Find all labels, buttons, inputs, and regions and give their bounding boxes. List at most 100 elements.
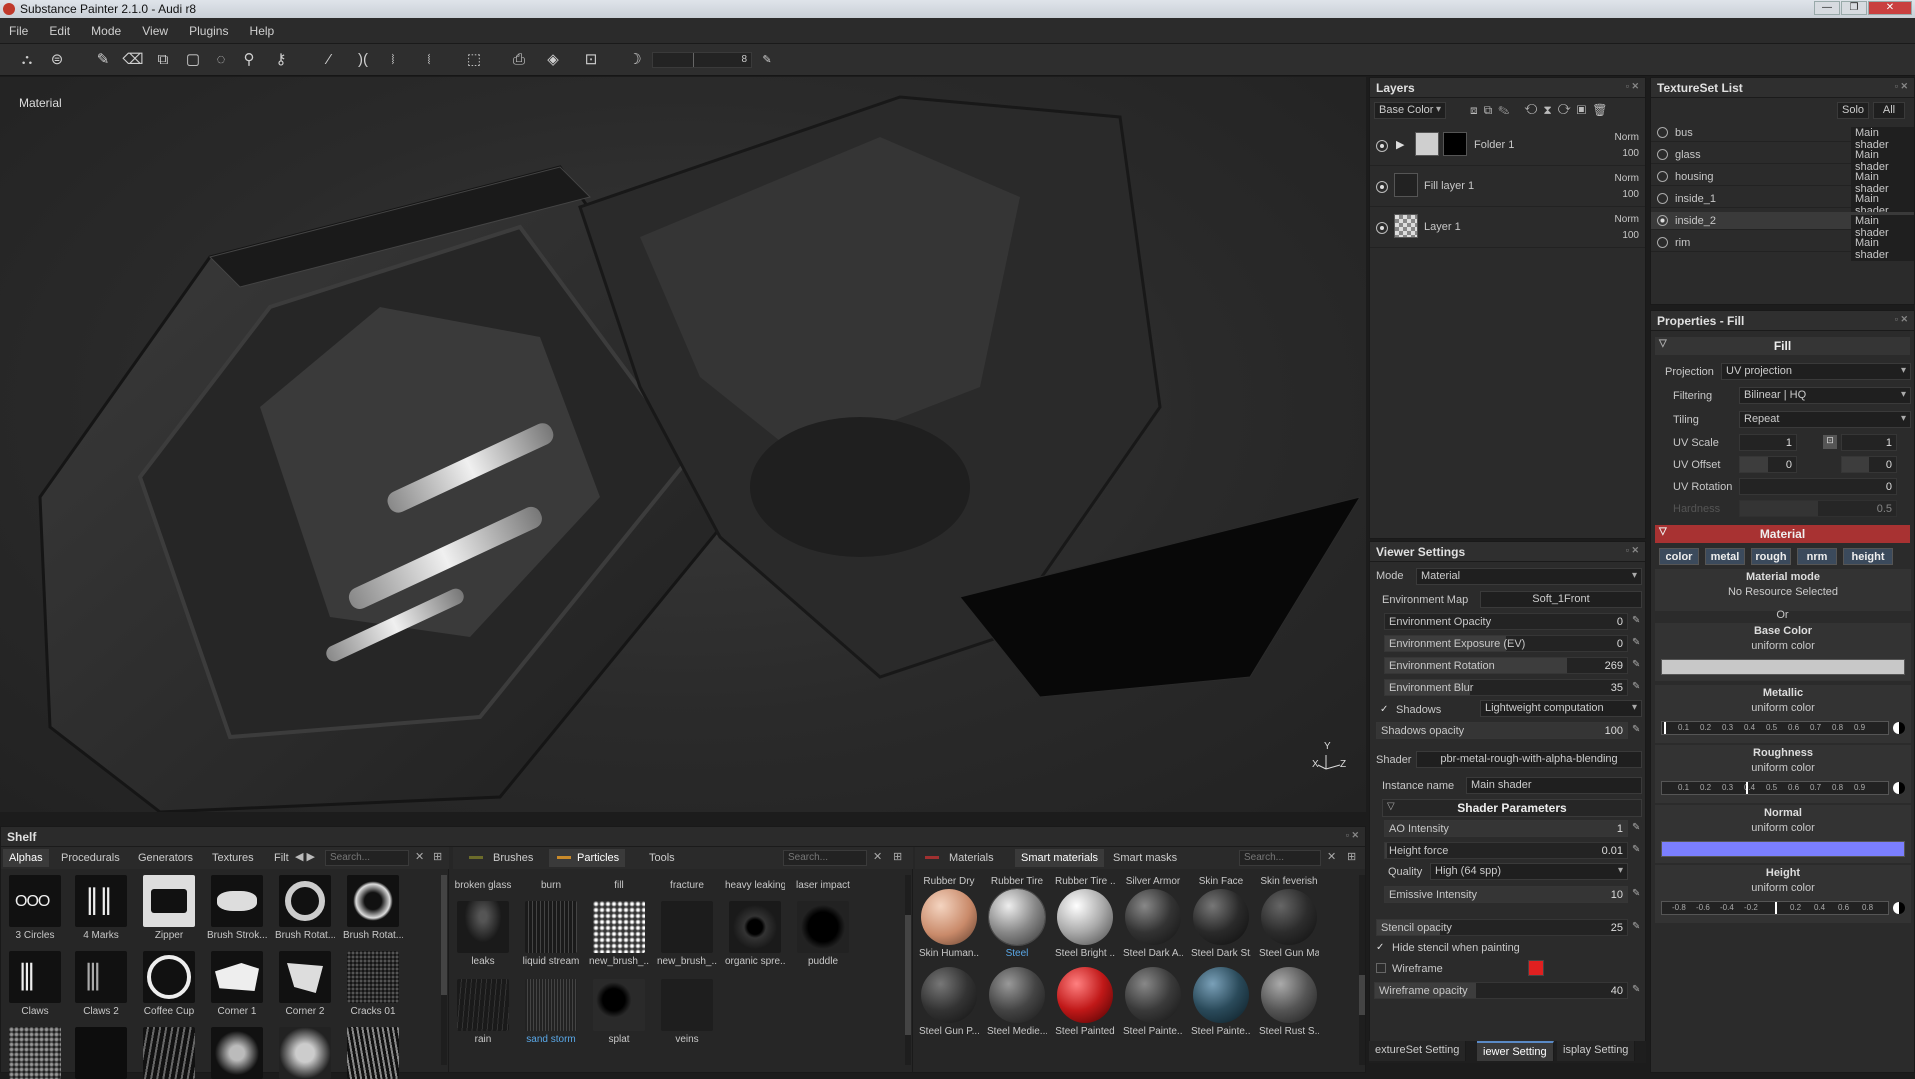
particle-item[interactable]: fill	[589, 877, 649, 891]
alpha-item[interactable]: Zipper	[139, 875, 199, 941]
smart-material-item[interactable]: Steel Painte...	[1191, 967, 1251, 1037]
layer-opacity[interactable]: 100	[1622, 230, 1639, 241]
uv-offset-u-slider[interactable]: 0	[1739, 456, 1797, 473]
instance-field[interactable]: Main shader	[1466, 777, 1642, 794]
grid-view-icon[interactable]: ⊞	[433, 850, 442, 863]
layer-blend[interactable]: Norm	[1615, 132, 1639, 143]
textureset-row[interactable]: rim Main shader	[1651, 234, 1914, 261]
stencil-opacity-slider[interactable]: Stencil opacity 25	[1376, 919, 1628, 936]
layer-opacity[interactable]: 100	[1622, 148, 1639, 159]
smart-material-item[interactable]: Steel Dark A...	[1123, 889, 1183, 959]
particle-item[interactable]: leaks	[453, 901, 513, 967]
material-picker-icon[interactable]: ⚷	[270, 49, 292, 71]
alpha-item[interactable]: OOO 3 Circles	[5, 875, 65, 941]
edit-pen-icon[interactable]: ✎	[1632, 724, 1644, 736]
mirror-icon[interactable]: ⧘	[382, 49, 404, 71]
channel-height-toggle[interactable]: height	[1843, 548, 1893, 565]
clone-stamp-icon[interactable]: ⚲	[238, 49, 260, 71]
tab-procedurals[interactable]: Procedurals	[55, 849, 126, 867]
tab-textures[interactable]: Textures	[206, 849, 260, 867]
height-force-slider[interactable]: Height force 0.01	[1384, 842, 1628, 859]
particle-item[interactable]: broken glass	[453, 877, 513, 891]
edit-pen-icon[interactable]: ✎	[1632, 637, 1644, 649]
shadows-checkbox[interactable]: ✓	[1380, 704, 1390, 715]
uv-rotation-slider[interactable]: 0	[1739, 478, 1897, 495]
projection-icon[interactable]: ⧉	[152, 49, 174, 71]
env-exposure-slider[interactable]: Environment Exposure (EV) 0	[1384, 635, 1628, 652]
edit-pen-icon[interactable]: ✎	[1632, 844, 1644, 856]
particle-item[interactable]: laser impact	[793, 877, 853, 891]
textureset-row[interactable]: housing Main shader	[1651, 168, 1914, 195]
height-ramp[interactable]: -0.8 -0.6 -0.4 -0.2 0.2 0.4 0.6 0.8	[1661, 901, 1889, 915]
color-picker-icon[interactable]	[1893, 902, 1905, 914]
panel-controls-icon[interactable]: ▫ ✕	[1626, 545, 1639, 556]
all-button[interactable]: All	[1873, 102, 1905, 119]
smart-material-item[interactable]: Steel Dark St...	[1191, 889, 1251, 959]
edit-pen-icon[interactable]: ✎	[1632, 615, 1644, 627]
uv-scale-v-slider[interactable]: 1	[1841, 434, 1897, 451]
hide-stencil-checkbox[interactable]: ✓	[1376, 942, 1386, 953]
material-section-header[interactable]: ▽ Material	[1655, 525, 1910, 543]
ramp-marker[interactable]	[1775, 902, 1777, 914]
menu-file[interactable]: File	[0, 18, 37, 38]
env-rotation-slider[interactable]: Environment Rotation 269	[1384, 657, 1628, 674]
particles-search-input[interactable]: Search...	[783, 850, 867, 866]
env-blur-slider[interactable]: Environment Blur 35	[1384, 679, 1628, 696]
alphas-search-input[interactable]: Search...	[325, 850, 409, 866]
close-window-button[interactable]: ✕	[1868, 1, 1912, 15]
menu-edit[interactable]: Edit	[40, 18, 79, 38]
smart-material-item[interactable]: Skin Face	[1191, 873, 1251, 887]
folder-expand-icon[interactable]: ▶	[1396, 138, 1404, 151]
wireframe-opacity-slider[interactable]: Wireframe opacity 40	[1374, 982, 1628, 999]
edit-pen-icon[interactable]: ✎	[1632, 984, 1644, 996]
visibility-eye-icon[interactable]	[1376, 222, 1388, 234]
lock-icon[interactable]: ⊡	[1823, 435, 1837, 449]
ramp-marker[interactable]	[1746, 782, 1748, 794]
panel-controls-icon[interactable]: ▫ ✕	[1346, 830, 1359, 841]
alpha-item[interactable]	[5, 1027, 65, 1079]
uv-scale-u-slider[interactable]: 1	[1739, 434, 1797, 451]
layer-opacity[interactable]: 100	[1622, 189, 1639, 200]
edit-pen-icon[interactable]: ✎	[1632, 822, 1644, 834]
tab-display-settings[interactable]: isplay Setting	[1557, 1041, 1636, 1061]
shadows-opacity-slider[interactable]: Shadows opacity 100	[1376, 722, 1628, 739]
alpha-item[interactable]: ⦀ Claws	[5, 951, 65, 1017]
shader-params-header[interactable]: ▽ Shader Parameters	[1382, 799, 1642, 817]
layer-row[interactable]: ▶ Folder 1 Norm 100	[1370, 126, 1645, 166]
emissive-intensity-slider[interactable]: Emissive Intensity 10	[1384, 886, 1628, 903]
filtering-select[interactable]: Bilinear | HQ	[1739, 387, 1911, 404]
tab-viewer-settings[interactable]: iewer Setting	[1477, 1041, 1554, 1061]
metallic-ramp[interactable]: 0.1 0.2 0.3 0.4 0.5 0.6 0.7 0.8 0.9	[1661, 721, 1889, 735]
menu-view[interactable]: View	[133, 18, 177, 38]
particle-item[interactable]: puddle	[793, 901, 853, 967]
polygon-fill-icon[interactable]: ▢	[182, 49, 204, 71]
textureset-row[interactable]: glass Main shader	[1651, 146, 1914, 173]
project-icon[interactable]: ⊜	[46, 49, 68, 71]
tab-tools[interactable]: Tools	[643, 849, 681, 867]
alpha-item[interactable]	[275, 1027, 335, 1079]
paint-brush-icon[interactable]: ✎	[92, 49, 114, 71]
smudge-icon[interactable]: ◌	[210, 49, 232, 71]
visibility-eye-icon[interactable]	[1376, 140, 1388, 152]
solo-button[interactable]: Solo	[1837, 102, 1869, 119]
edit-pen-icon[interactable]: ✎	[1632, 659, 1644, 671]
grid-view-icon[interactable]: ⊞	[1347, 850, 1356, 863]
env-opacity-slider[interactable]: Environment Opacity 0	[1384, 613, 1628, 630]
tab-scroll-arrows-icon[interactable]: ◀ ▶	[295, 850, 315, 863]
tab-generators[interactable]: Generators	[132, 849, 199, 867]
eraser-icon[interactable]: ⌫	[122, 49, 144, 71]
smart-material-item[interactable]: Steel Medie...	[987, 967, 1047, 1037]
tiling-select[interactable]: Repeat	[1739, 411, 1911, 428]
tab-alphas[interactable]: Alphas	[3, 849, 49, 867]
clear-search-icon[interactable]: ✕	[1327, 850, 1336, 863]
smart-material-item[interactable]: Steel Bright ...	[1055, 889, 1115, 959]
layer-blend[interactable]: Norm	[1615, 214, 1639, 225]
alpha-item[interactable]	[71, 1027, 131, 1079]
tab-materials[interactable]: Materials	[943, 849, 1000, 867]
minimize-button[interactable]: —	[1814, 1, 1840, 15]
panel-controls-icon[interactable]: ▫ ✕	[1895, 81, 1908, 92]
channel-nrm-toggle[interactable]: nrm	[1797, 548, 1837, 565]
textureset-row-selected[interactable]: inside_2 Main shader	[1651, 212, 1914, 239]
alpha-item[interactable]: Corner 2	[275, 951, 335, 1017]
panel-controls-icon[interactable]: ▫ ✕	[1895, 314, 1908, 325]
